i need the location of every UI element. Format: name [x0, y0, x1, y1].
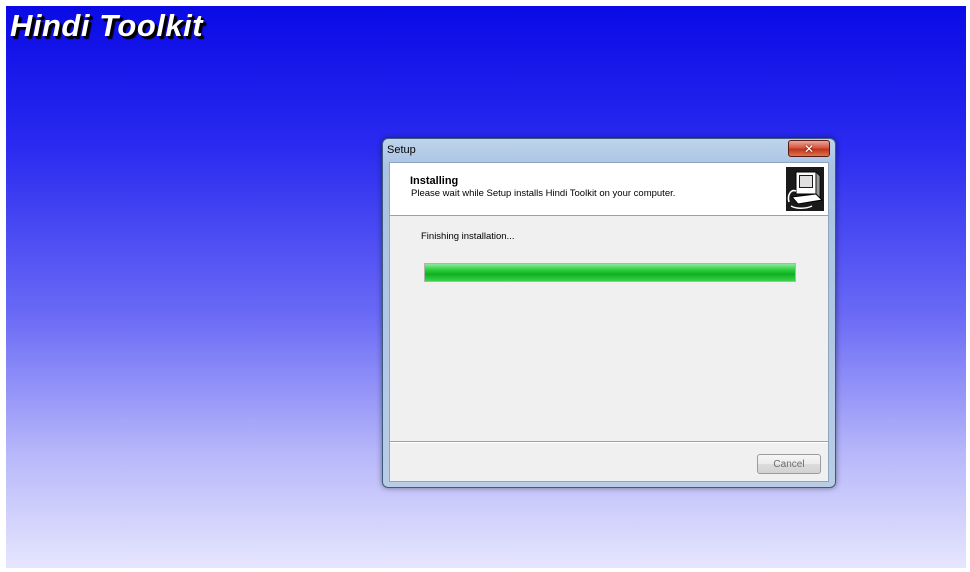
header-subtitle: Please wait while Setup installs Hindi T… — [411, 188, 676, 199]
header-panel: Installing Please wait while Setup insta… — [390, 163, 828, 216]
setup-window: Setup ✕ Installing Please wait while Set… — [382, 138, 836, 488]
footer-divider — [390, 441, 828, 443]
cancel-button[interactable]: Cancel — [757, 454, 821, 474]
close-icon: ✕ — [803, 141, 815, 156]
install-progress-bar — [424, 263, 796, 282]
close-button[interactable]: ✕ — [788, 140, 830, 157]
app-title: Hindi Toolkit — [10, 8, 204, 43]
window-client-area: Installing Please wait while Setup insta… — [389, 162, 829, 482]
window-titlebar[interactable]: Setup ✕ — [383, 139, 835, 161]
progress-bar-fill — [425, 264, 795, 281]
computer-setup-icon — [786, 167, 824, 211]
install-status-text: Finishing installation... — [421, 231, 515, 242]
header-title: Installing — [410, 175, 459, 187]
window-title: Setup — [387, 144, 416, 156]
